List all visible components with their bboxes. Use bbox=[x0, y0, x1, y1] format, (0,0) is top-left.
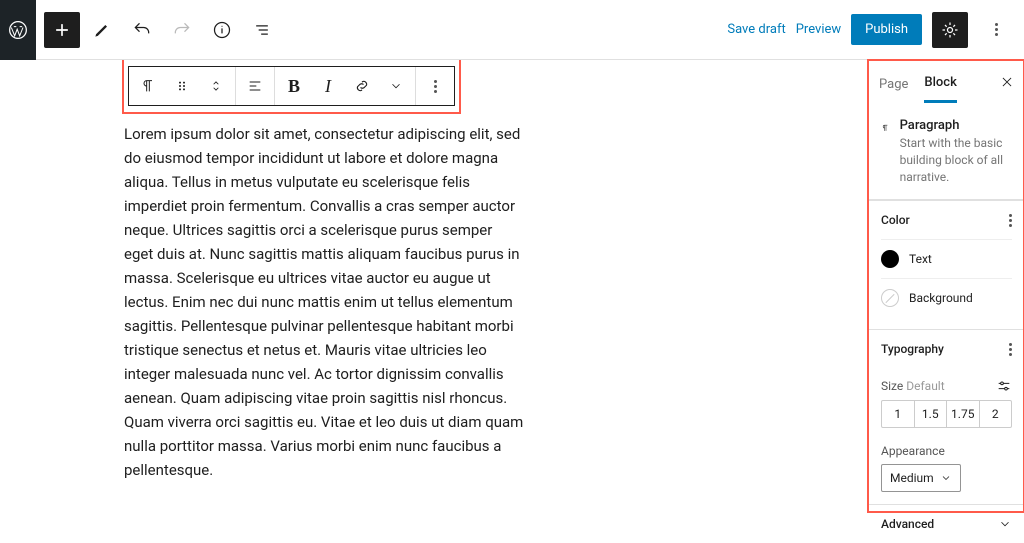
pilcrow-icon bbox=[881, 118, 890, 138]
size-label: Size Default bbox=[881, 379, 945, 393]
block-type-title: Paragraph bbox=[900, 118, 1012, 133]
save-draft-button[interactable]: Save draft bbox=[727, 22, 785, 37]
color-background-row[interactable]: Background bbox=[881, 278, 1012, 317]
editor-canvas[interactable]: B I Lorem ipsum dolor sit amet, consecte… bbox=[0, 60, 868, 512]
wordpress-icon bbox=[8, 20, 28, 40]
appearance-label: Appearance bbox=[881, 444, 1012, 458]
topbar-left-tools bbox=[36, 12, 280, 48]
wordpress-logo[interactable] bbox=[0, 0, 36, 60]
block-type-button[interactable] bbox=[131, 67, 165, 105]
undo-icon bbox=[132, 20, 152, 40]
block-toolbar-highlight: B I bbox=[124, 60, 459, 112]
italic-button[interactable]: I bbox=[311, 67, 345, 105]
gear-icon bbox=[940, 20, 960, 40]
info-button[interactable] bbox=[204, 12, 240, 48]
paragraph-block-2[interactable]: Quis eleifend quam adipiscing vitae proi… bbox=[124, 508, 524, 512]
more-options-button[interactable] bbox=[978, 12, 1014, 48]
undo-button[interactable] bbox=[124, 12, 160, 48]
block-options-button[interactable] bbox=[418, 67, 452, 105]
redo-button[interactable] bbox=[164, 12, 200, 48]
drag-icon bbox=[174, 78, 190, 94]
list-view-button[interactable] bbox=[244, 12, 280, 48]
chevron-down-icon bbox=[998, 517, 1012, 531]
align-button[interactable] bbox=[238, 67, 272, 105]
color-text-row[interactable]: Text bbox=[881, 239, 1012, 278]
close-icon bbox=[1000, 75, 1014, 89]
size-option-3[interactable]: 1.75 bbox=[947, 401, 980, 427]
appearance-value: Medium bbox=[890, 471, 934, 485]
settings-button[interactable] bbox=[932, 12, 968, 48]
kebab-icon bbox=[995, 23, 998, 36]
size-buttons: 1 1.5 1.75 2 bbox=[881, 400, 1012, 428]
tab-page[interactable]: Page bbox=[879, 63, 908, 102]
info-icon bbox=[212, 20, 232, 40]
sidebar-tabs: Page Block bbox=[869, 60, 1024, 104]
bold-button[interactable]: B bbox=[277, 67, 311, 105]
edit-mode-button[interactable] bbox=[84, 12, 120, 48]
link-icon bbox=[353, 77, 371, 95]
kebab-icon bbox=[434, 80, 437, 93]
panel-color: Color Text Background bbox=[869, 200, 1024, 329]
top-toolbar: Save draft Preview Publish bbox=[0, 0, 1024, 60]
block-toolbar: B I bbox=[128, 66, 455, 106]
kebab-icon[interactable] bbox=[1009, 214, 1012, 227]
sliders-icon[interactable] bbox=[996, 378, 1012, 394]
pencil-icon bbox=[92, 20, 112, 40]
list-icon bbox=[252, 20, 272, 40]
chevron-down-icon bbox=[389, 79, 403, 93]
pilcrow-icon bbox=[140, 78, 156, 94]
plus-icon bbox=[52, 20, 72, 40]
panel-advanced-header[interactable]: Advanced bbox=[869, 505, 1024, 543]
add-block-button[interactable] bbox=[44, 12, 80, 48]
chevron-updown-icon bbox=[209, 77, 223, 95]
size-option-2[interactable]: 1.5 bbox=[915, 401, 948, 427]
panel-advanced-title: Advanced bbox=[881, 517, 934, 531]
publish-button[interactable]: Publish bbox=[851, 14, 922, 45]
chevron-down-icon bbox=[940, 472, 952, 484]
panel-advanced: Advanced bbox=[869, 504, 1024, 543]
panel-color-title: Color bbox=[881, 213, 910, 227]
tab-block[interactable]: Block bbox=[924, 61, 956, 103]
panel-typography: Typography Size Default 1 1.5 1.75 2 App… bbox=[869, 329, 1024, 504]
main-area: B I Lorem ipsum dolor sit amet, consecte… bbox=[0, 60, 1024, 512]
panel-color-header[interactable]: Color bbox=[869, 201, 1024, 239]
color-background-label: Background bbox=[909, 291, 973, 305]
settings-sidebar: Page Block Paragraph Start with the basi… bbox=[868, 60, 1024, 512]
panel-typography-header[interactable]: Typography bbox=[869, 330, 1024, 368]
redo-icon bbox=[172, 20, 192, 40]
block-info: Paragraph Start with the basic building … bbox=[869, 104, 1024, 199]
swatch-background bbox=[881, 289, 899, 307]
align-left-icon bbox=[247, 78, 263, 94]
more-formatting-button[interactable] bbox=[379, 67, 413, 105]
paragraph-block-1[interactable]: Lorem ipsum dolor sit amet, consectetur … bbox=[124, 122, 524, 482]
preview-button[interactable]: Preview bbox=[796, 22, 841, 37]
size-option-4[interactable]: 2 bbox=[980, 401, 1012, 427]
color-text-label: Text bbox=[909, 252, 932, 266]
appearance-select[interactable]: Medium bbox=[881, 464, 961, 492]
size-option-1[interactable]: 1 bbox=[882, 401, 915, 427]
kebab-icon[interactable] bbox=[1009, 343, 1012, 356]
panel-typography-title: Typography bbox=[881, 342, 944, 356]
drag-handle[interactable] bbox=[165, 67, 199, 105]
topbar-right-actions: Save draft Preview Publish bbox=[727, 12, 1024, 48]
link-button[interactable] bbox=[345, 67, 379, 105]
close-sidebar-button[interactable] bbox=[1000, 75, 1014, 89]
block-type-desc: Start with the basic building block of a… bbox=[900, 135, 1012, 185]
move-updown-button[interactable] bbox=[199, 67, 233, 105]
swatch-text bbox=[881, 250, 899, 268]
